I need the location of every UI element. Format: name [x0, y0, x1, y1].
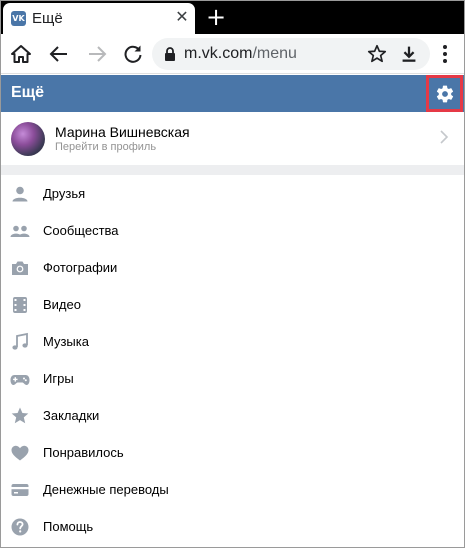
- menu-item-bookmarks[interactable]: Закладки: [1, 397, 464, 434]
- menu-item-label: Музыка: [43, 334, 89, 349]
- url-host: m.vk.com: [184, 45, 253, 62]
- avatar: [11, 122, 45, 156]
- url-text[interactable]: m.vk.com/menu: [184, 45, 297, 63]
- tab-close-icon[interactable]: ✕: [173, 8, 191, 26]
- menu-item-photos[interactable]: Фотографии: [1, 249, 464, 286]
- menu-item-label: Видео: [43, 297, 81, 312]
- menu-item-label: Друзья: [43, 186, 86, 201]
- menu-item-communities[interactable]: Сообщества: [1, 212, 464, 249]
- menu-item-help[interactable]: Помощь: [1, 508, 464, 545]
- tab-active[interactable]: VK Ещё ✕: [3, 3, 195, 34]
- settings-button[interactable]: [426, 75, 463, 112]
- camera-icon: [12, 261, 28, 275]
- vk-header: Ещё: [1, 75, 464, 112]
- url-path: /menu: [252, 45, 297, 62]
- back-arrow-icon[interactable]: [47, 42, 71, 66]
- lock-icon[interactable]: [162, 46, 178, 62]
- menu-item-friends[interactable]: Друзья: [1, 175, 464, 212]
- heart-icon: [11, 445, 29, 461]
- video-icon: [13, 297, 27, 313]
- menu-item-label: Фотографии: [43, 260, 118, 275]
- groups-icon: [10, 225, 30, 237]
- menu-list: Друзья Сообщества Фотографии Видео Музык…: [1, 175, 464, 547]
- home-icon[interactable]: [9, 42, 33, 66]
- menu-item-video[interactable]: Видео: [1, 286, 464, 323]
- download-icon[interactable]: [398, 43, 420, 65]
- menu-item-label: Понравилось: [43, 445, 124, 460]
- chevron-right-icon: [440, 130, 449, 144]
- menu-item-music[interactable]: Музыка: [1, 323, 464, 360]
- menu-item-label: Денежные переводы: [43, 482, 169, 497]
- browser-window: VK Ещё ✕ + m.vk.com/menu Ещё Марина Вишн…: [0, 0, 465, 548]
- section-divider: [1, 165, 464, 175]
- profile-name: Марина Вишневская: [55, 124, 190, 140]
- menu-item-label: Игры: [43, 371, 74, 386]
- help-icon: [11, 518, 29, 536]
- new-tab-button[interactable]: +: [205, 5, 227, 29]
- menu-item-label: Закладки: [43, 408, 100, 423]
- menu-item-label: Помощь: [43, 519, 94, 534]
- more-menu-icon[interactable]: [433, 42, 457, 66]
- reload-icon[interactable]: [121, 42, 145, 66]
- page-title: Ещё: [11, 84, 45, 101]
- menu-item-money-transfers[interactable]: Денежные переводы: [1, 471, 464, 508]
- profile-row[interactable]: Марина Вишневская Перейти в профиль: [1, 112, 464, 165]
- card-icon: [11, 484, 29, 496]
- tab-title: Ещё: [32, 10, 63, 27]
- forward-arrow-icon[interactable]: [85, 42, 109, 66]
- menu-item-liked[interactable]: Понравилось: [1, 434, 464, 471]
- gamepad-icon: [10, 375, 30, 385]
- browser-toolbar: m.vk.com/menu: [1, 34, 464, 74]
- address-bar[interactable]: m.vk.com/menu: [152, 38, 430, 70]
- person-icon: [12, 186, 28, 202]
- menu-item-label: Сообщества: [43, 223, 119, 238]
- tab-strip: VK Ещё ✕ +: [1, 1, 464, 34]
- menu-item-games[interactable]: Игры: [1, 360, 464, 397]
- star-icon: [11, 407, 29, 424]
- music-icon: [12, 332, 28, 350]
- bookmark-star-icon[interactable]: [366, 43, 388, 65]
- vk-favicon-icon: VK: [11, 11, 26, 26]
- gear-icon: [436, 85, 454, 103]
- profile-link-text: Перейти в профиль: [55, 141, 157, 153]
